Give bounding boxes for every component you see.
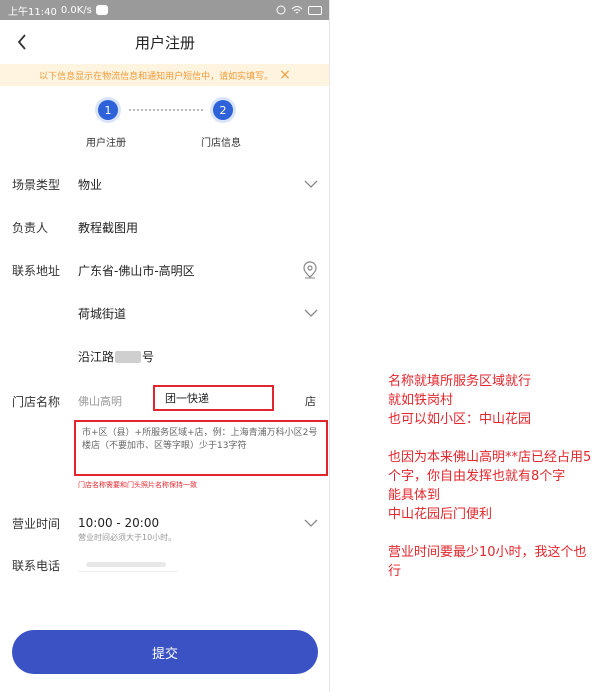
annotation-line: 名称就填所服务区域就行 — [388, 374, 532, 389]
chevron-down-icon — [304, 519, 318, 527]
step-2-label: 门店信息 — [201, 138, 241, 149]
annotation-line: 就如铁岗村 — [388, 393, 454, 408]
step-1-label: 用户注册 — [86, 138, 126, 149]
store-name-suffix: 店 — [305, 395, 316, 408]
store-name-label: 门店名称 — [12, 394, 61, 409]
location-pin-icon[interactable] — [302, 261, 318, 279]
chevron-left-icon — [17, 34, 26, 50]
store-name-row: 门店名称 佛山高明 团一快递 店 — [12, 385, 318, 414]
store-name-prefix: 佛山高明 — [78, 395, 122, 408]
contact-phone-label: 联系电话 — [12, 558, 61, 573]
step-2-circle: 2 — [213, 100, 233, 120]
business-hours-value: 10:00 - 20:00 — [78, 516, 160, 530]
wifi-icon — [291, 6, 303, 14]
street-value: 荷城街道 — [78, 306, 127, 321]
business-hours-note: 营业时间必须大于10小时。 — [78, 533, 177, 542]
owner-row[interactable]: 负责人 教程截图用 — [12, 214, 318, 240]
notice-banner: 以下信息显示在物流信息和通知用户短信中，请如实填写。 × — [0, 64, 329, 86]
back-button[interactable] — [10, 30, 34, 54]
chevron-down-icon — [304, 309, 318, 317]
step-1-circle: 1 — [98, 100, 118, 120]
annotation-gap — [388, 429, 594, 448]
detail-address-row[interactable]: 沿江路 号 — [12, 343, 318, 369]
annotation-gap — [388, 524, 594, 543]
contact-phone-input[interactable] — [78, 558, 178, 572]
store-name-note: 门店名称需要和门头照片名称保持一致 — [78, 481, 197, 489]
business-hours-label: 营业时间 — [12, 516, 61, 531]
store-name-hint: 市+区（县）+所服务区域+店，例：上海青浦万科小区2号楼店（不要加市、区等字眼）… — [74, 420, 328, 476]
status-bar: 上午11:40 0.0K/s — [0, 0, 329, 20]
owner-value: 教程截图用 — [78, 220, 139, 235]
step-connector — [129, 109, 203, 111]
address-label: 联系地址 — [12, 263, 61, 278]
status-time: 上午11:40 — [8, 6, 57, 18]
annotation-text: 名称就填所服务区域就行 就如铁岗村 也可以如小区：中山花园 也因为本来佛山高明*… — [388, 372, 594, 581]
status-speed: 0.0K/s — [60, 4, 92, 16]
notice-text: 以下信息显示在物流信息和通知用户短信中，请如实填写。 — [39, 71, 274, 82]
annotation-line: 中山花园后门便利 — [388, 507, 493, 522]
wechat-icon — [95, 5, 108, 15]
annotation-line: 营业时间要最少10小时，我这个也行 — [388, 545, 587, 579]
redacted-blur — [115, 351, 142, 363]
redacted-blur — [86, 562, 166, 567]
battery-icon — [308, 5, 322, 15]
street-row[interactable]: 荷城街道 — [12, 300, 318, 326]
close-icon[interactable]: × — [279, 68, 291, 82]
detail-address-prefix: 沿江路 — [78, 349, 115, 364]
address-row[interactable]: 联系地址 广东省-佛山市-高明区 — [12, 257, 318, 283]
submit-button[interactable]: 提交 — [12, 630, 318, 674]
owner-label: 负责人 — [12, 220, 49, 235]
annotation-line: 也可以如小区：中山花园 — [388, 412, 532, 427]
alarm-icon — [276, 5, 286, 15]
scene-type-label: 场景类型 — [12, 177, 61, 192]
chevron-down-icon — [304, 180, 318, 188]
address-value: 广东省-佛山市-高明区 — [78, 263, 195, 278]
scene-type-row[interactable]: 场景类型 物业 — [12, 171, 318, 197]
annotation-line: 也因为本来佛山高明**店已经占用5个字，你自由发挥也就有8个字 — [388, 450, 592, 484]
annotation-line: 能具体到 — [388, 488, 441, 503]
store-name-input[interactable]: 团一快递 — [153, 385, 274, 411]
nav-bar: 用户注册 — [0, 20, 329, 64]
page-title: 用户注册 — [134, 33, 195, 52]
scene-type-value: 物业 — [78, 177, 103, 192]
phone-screen: 上午11:40 0.0K/s 用户注册 以下信息显示在物流信息和通知用户短信中，… — [0, 0, 330, 692]
detail-address-value: 沿江路 号 — [78, 348, 154, 365]
detail-address-suffix: 号 — [142, 349, 155, 364]
